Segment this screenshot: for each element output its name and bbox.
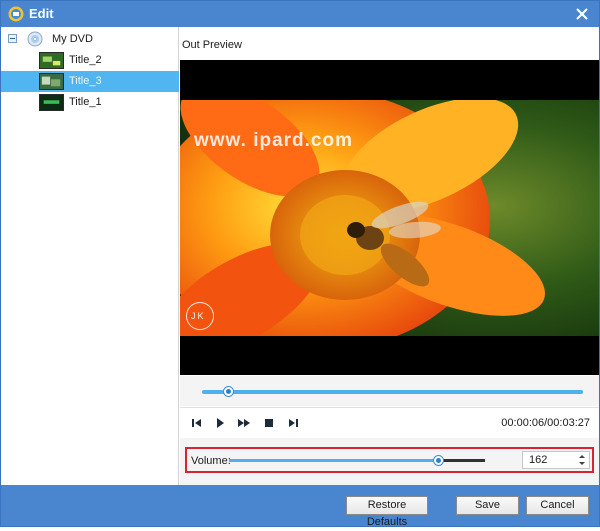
playback-controls: 00:00:06/00:03:27 — [180, 407, 599, 439]
skip-next-icon[interactable] — [286, 416, 300, 430]
spin-up-down-icon[interactable] — [578, 453, 586, 467]
skip-previous-icon[interactable] — [190, 416, 204, 430]
tree-item-title-1[interactable]: Title_1 — [1, 92, 179, 113]
tree-item-title-2[interactable]: Title_2 — [1, 50, 179, 71]
volume-slider-thumb[interactable] — [433, 455, 445, 466]
tree-item-label: Title_2 — [69, 54, 102, 66]
thumbnail-title-3 — [39, 73, 64, 90]
watermark-text: www. ipard.com — [194, 130, 353, 151]
title-bar[interactable]: Edit — [1, 1, 599, 27]
stop-icon[interactable] — [262, 416, 276, 430]
title-tree-panel: My DVD Title_2 Title_3 Title_1 — [1, 27, 179, 485]
fast-forward-icon[interactable] — [237, 416, 251, 430]
seek-bar-area — [180, 376, 599, 406]
seek-slider-thumb[interactable] — [223, 386, 235, 397]
tree-root-label: My DVD — [52, 33, 93, 45]
dvd-disc-icon — [27, 31, 43, 47]
out-preview-label: Out Preview — [182, 39, 242, 51]
video-preview: www. ipard.com JK — [180, 60, 599, 375]
tree-item-title-3[interactable]: Title_3 — [1, 71, 179, 92]
save-button[interactable]: Save — [456, 496, 519, 515]
watermark-logo-letters: JK — [191, 311, 206, 321]
thumbnail-title-1 — [39, 94, 64, 111]
seek-slider[interactable] — [202, 386, 583, 397]
app-icon — [8, 6, 24, 22]
volume-value[interactable]: 162 — [529, 454, 547, 466]
volume-slider-fill — [229, 459, 439, 462]
volume-highlight-box: Volume: 162 — [185, 447, 594, 473]
volume-area: Volume: 162 — [180, 438, 599, 485]
restore-defaults-button[interactable]: Restore Defaults — [346, 496, 428, 528]
collapse-icon[interactable] — [8, 34, 17, 43]
volume-spinbox[interactable]: 162 — [522, 451, 590, 469]
dialog-footer: Restore Defaults Save Cancel — [1, 485, 599, 528]
close-icon[interactable] — [571, 4, 593, 24]
cancel-button[interactable]: Cancel — [526, 496, 589, 515]
playback-time: 00:00:06/00:03:27 — [501, 417, 590, 429]
edit-dialog: Edit My DVD Title_2 Title_3 Title_1 Out … — [0, 0, 600, 528]
volume-label: Volume: — [191, 455, 231, 467]
tree-item-label: Title_3 — [69, 75, 102, 87]
preview-panel: Out Preview www. ipard.com JK 00:00:06/0… — [180, 27, 599, 485]
preview-frame — [180, 60, 599, 375]
window-title: Edit — [29, 6, 54, 21]
tree-root-my-dvd[interactable]: My DVD — [1, 29, 179, 49]
tree-item-label: Title_1 — [69, 96, 102, 108]
play-icon[interactable] — [213, 416, 227, 430]
volume-slider[interactable] — [229, 455, 485, 466]
thumbnail-title-2 — [39, 52, 64, 69]
